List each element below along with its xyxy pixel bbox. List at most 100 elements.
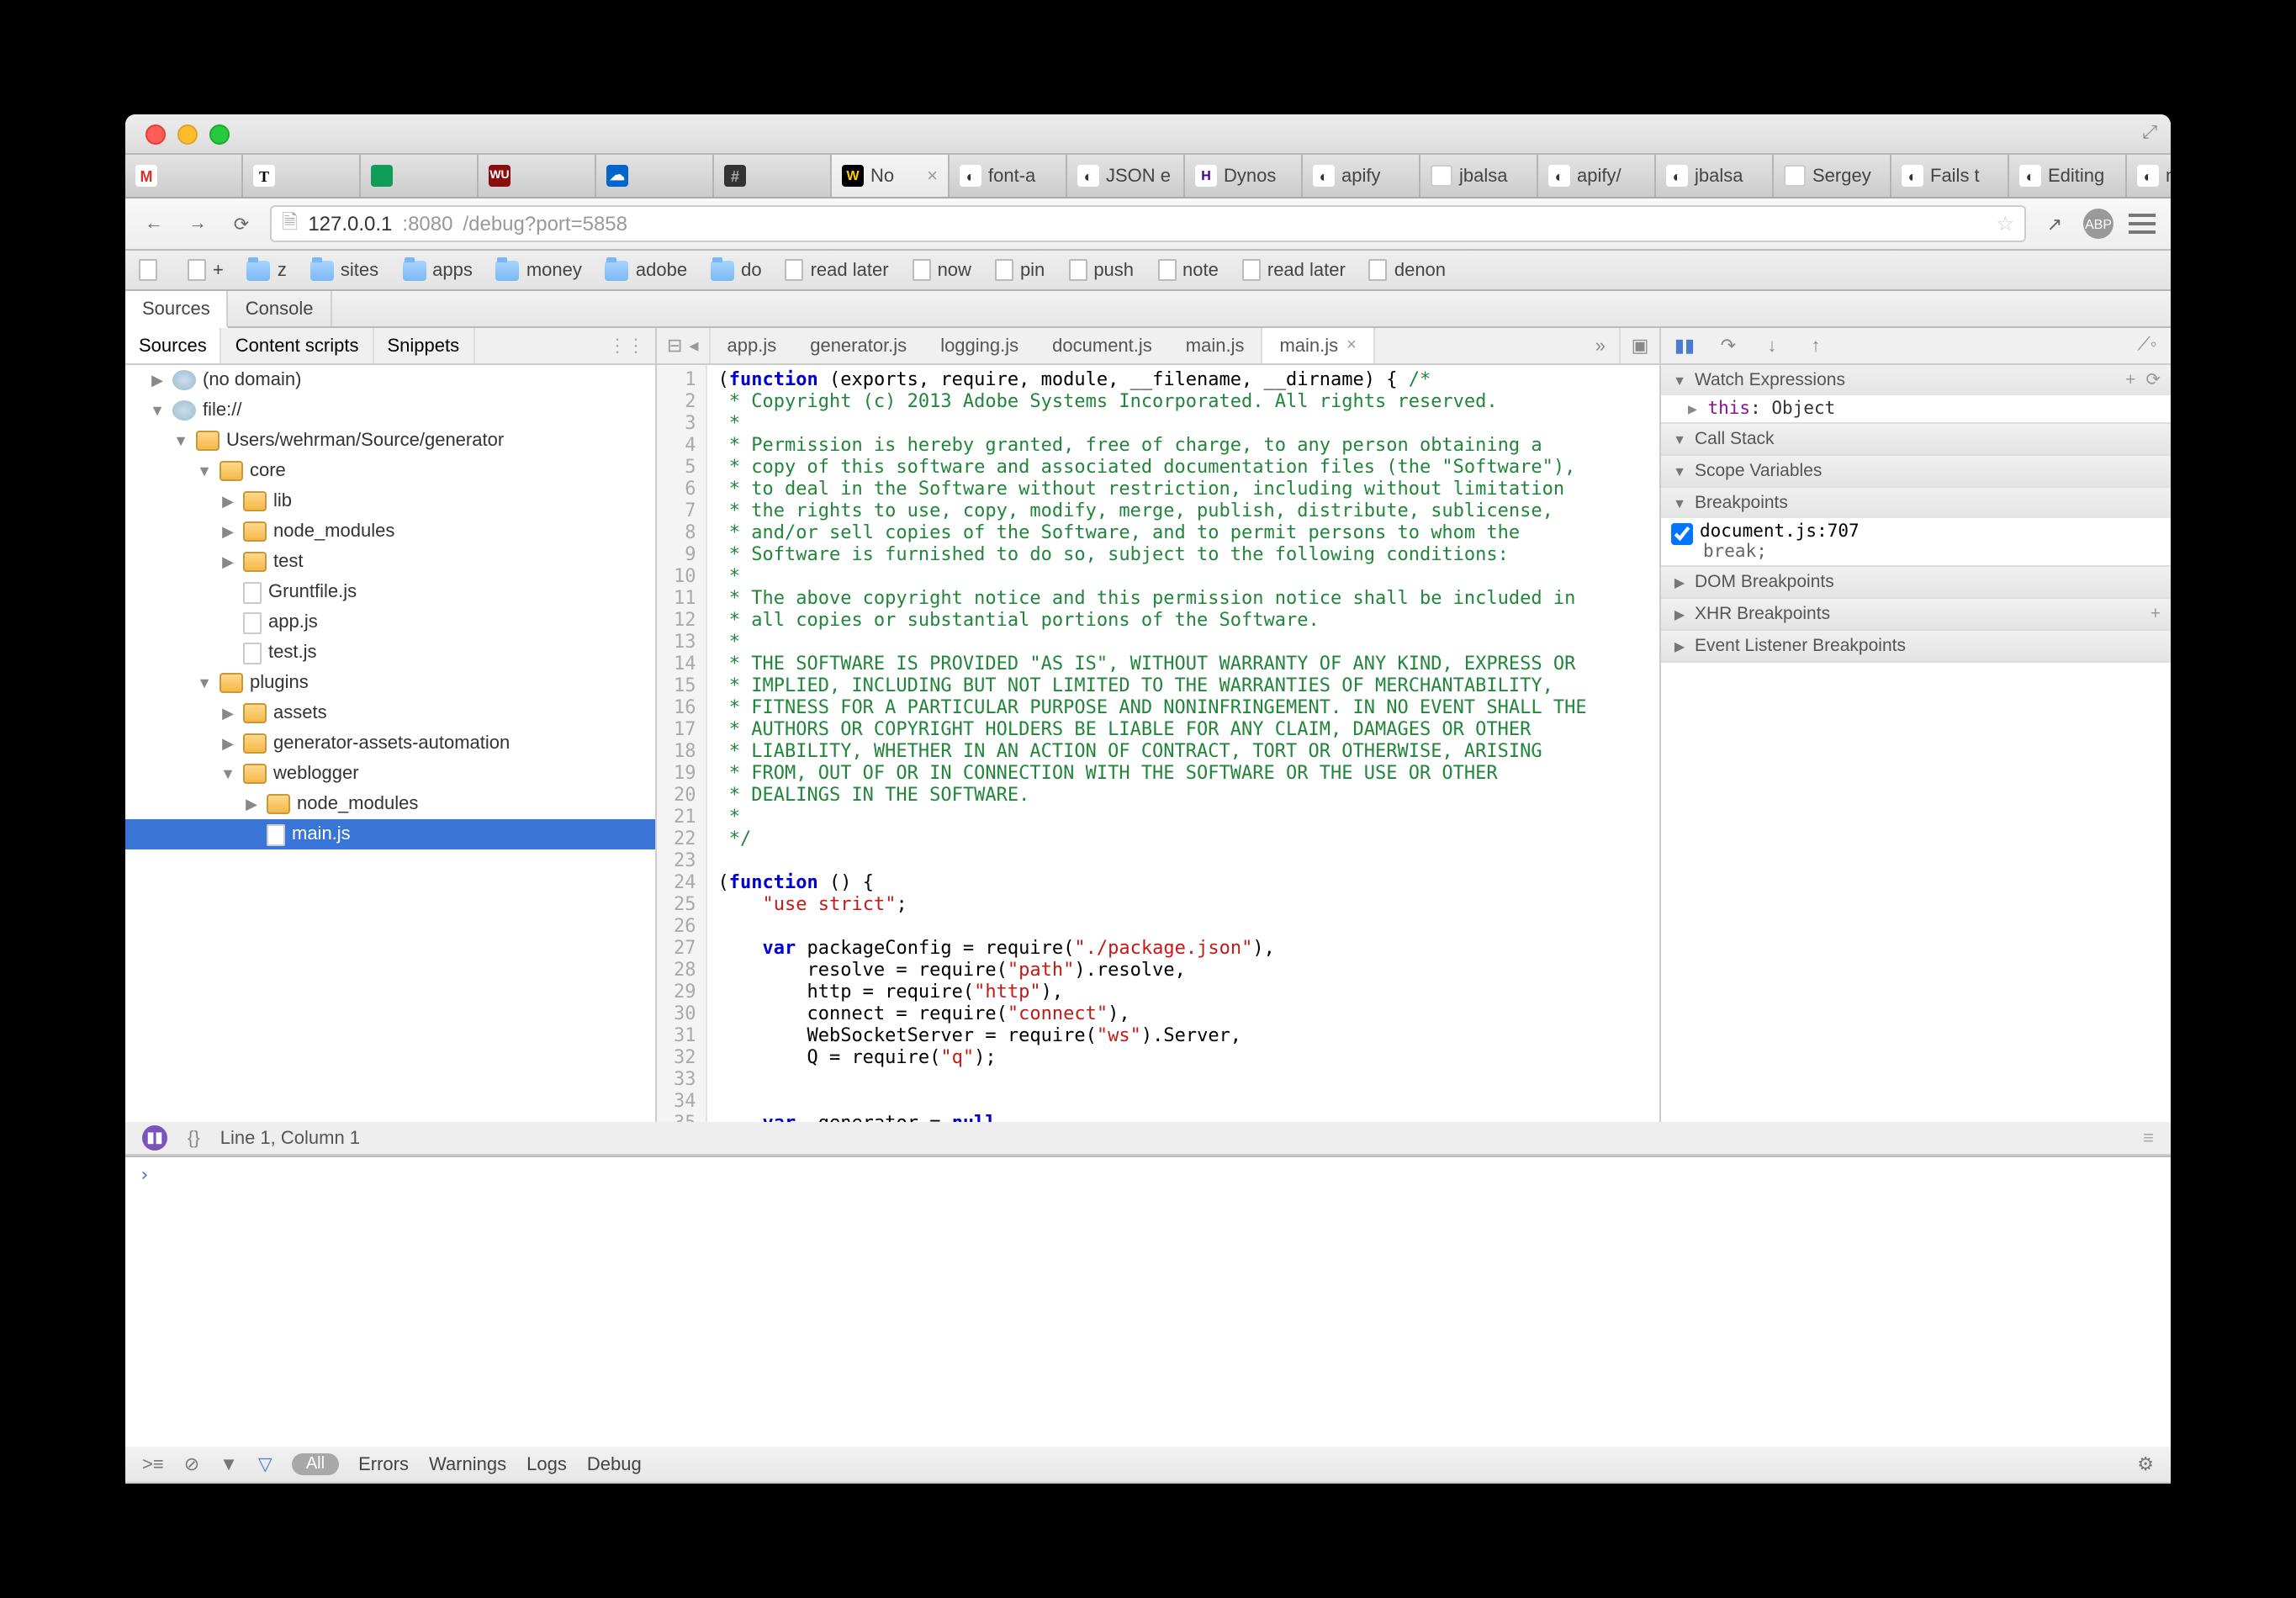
toggle-drawer-icon[interactable]: >≡ — [142, 1454, 164, 1474]
address-bar[interactable]: 🗎 127.0.0.1:8080/debug?port=5858 ☆ — [270, 205, 2026, 242]
close-tab-icon[interactable]: × — [1346, 336, 1357, 355]
filter-logs[interactable]: Logs — [526, 1454, 567, 1474]
line-number[interactable]: 3 — [674, 412, 696, 434]
bookmark-item[interactable]: sites — [310, 260, 378, 280]
line-number[interactable]: 7 — [674, 500, 696, 521]
disclose-icon[interactable]: ▼ — [196, 675, 213, 691]
line-number[interactable]: 17 — [674, 718, 696, 740]
code-editor[interactable]: 1234567891011121314151617181920212223242… — [657, 365, 1659, 1122]
tree-row[interactable]: test.js — [125, 638, 655, 668]
browser-tab[interactable] — [361, 155, 479, 197]
disclose-icon[interactable]: ▶ — [220, 522, 236, 541]
filter-errors[interactable]: Errors — [358, 1454, 409, 1474]
step-out-button[interactable]: ↑ — [1802, 332, 1829, 359]
tree-row[interactable]: ▼plugins — [125, 668, 655, 698]
console-prompt[interactable] — [139, 1164, 2157, 1186]
bookmark-item[interactable]: read later — [1242, 259, 1346, 281]
filter-warnings[interactable]: Warnings — [429, 1454, 506, 1474]
line-number[interactable]: 22 — [674, 828, 696, 849]
line-number[interactable]: 19 — [674, 762, 696, 784]
close-window-button[interactable] — [145, 124, 166, 144]
disclose-icon[interactable]: ▶ — [1688, 402, 1697, 419]
editor-tab[interactable]: main.js — [1169, 328, 1262, 363]
line-number[interactable]: 31 — [674, 1024, 696, 1046]
line-number[interactable]: 26 — [674, 915, 696, 937]
settings-gear-icon[interactable]: ⚙ — [2137, 1453, 2154, 1475]
bookmark-item[interactable]: + — [188, 259, 224, 281]
line-number[interactable]: 14 — [674, 653, 696, 675]
back-button[interactable]: ← — [139, 209, 169, 239]
bookmark-item[interactable]: denon — [1369, 259, 1446, 281]
tree-row[interactable]: ▶(no domain) — [125, 365, 655, 395]
navigator-drag-icon[interactable]: ⋮⋮ — [598, 328, 655, 363]
refresh-watch-icon[interactable]: ⟳ — [2145, 370, 2161, 390]
event-breakpoints-header[interactable]: ▶ Event Listener Breakpoints — [1661, 631, 2171, 661]
history-back-icon[interactable]: ⊟ — [667, 335, 682, 357]
add-watch-icon[interactable]: + — [2125, 370, 2135, 390]
line-number[interactable]: 32 — [674, 1046, 696, 1068]
breakpoints-header[interactable]: ▼ Breakpoints — [1661, 488, 2171, 518]
browser-tab[interactable]: ☁ — [596, 155, 714, 197]
browser-tab[interactable]: jbalsa — [1420, 155, 1538, 197]
line-number[interactable]: 4 — [674, 434, 696, 456]
editor-tab[interactable]: app.js — [711, 328, 794, 363]
line-number[interactable]: 34 — [674, 1090, 696, 1112]
browser-tab[interactable]: ◐apify/ — [1538, 155, 1656, 197]
navigator-tab-content-scripts[interactable]: Content scripts — [222, 328, 374, 363]
bookmark-star-icon[interactable]: ☆ — [1996, 212, 2014, 235]
line-number[interactable]: 23 — [674, 849, 696, 871]
editor-tab[interactable]: generator.js — [793, 328, 923, 363]
disclose-icon[interactable]: ▶ — [220, 704, 236, 722]
line-number[interactable]: 16 — [674, 696, 696, 718]
disclose-icon[interactable]: ▼ — [196, 463, 213, 479]
toggle-split-icon[interactable]: ▣ — [1619, 328, 1659, 363]
console-output[interactable] — [125, 1157, 2171, 1447]
line-number[interactable]: 25 — [674, 893, 696, 915]
statusbar-menu-icon[interactable]: ≡ — [2143, 1128, 2154, 1148]
bookmark-item[interactable]: pin — [995, 259, 1045, 281]
browser-tab[interactable]: HDynos — [1185, 155, 1303, 197]
tree-row[interactable]: ▶node_modules — [125, 516, 655, 547]
line-number[interactable]: 35 — [674, 1112, 696, 1122]
line-number[interactable]: 27 — [674, 937, 696, 959]
line-number[interactable]: 30 — [674, 1003, 696, 1024]
bookmark-item[interactable] — [139, 259, 164, 281]
bookmark-item[interactable]: apps — [402, 260, 473, 280]
abp-extension-icon[interactable]: ABP — [2083, 209, 2113, 239]
line-number[interactable]: 13 — [674, 631, 696, 653]
bookmark-item[interactable]: push — [1068, 259, 1134, 281]
reload-button[interactable]: ⟳ — [226, 209, 257, 239]
filter-debug[interactable]: Debug — [587, 1454, 642, 1474]
line-number[interactable]: 20 — [674, 784, 696, 806]
tree-row[interactable]: Gruntfile.js — [125, 577, 655, 607]
tree-row[interactable]: ▶generator-assets-automation — [125, 728, 655, 759]
navigator-tab-sources[interactable]: Sources — [125, 328, 222, 363]
tree-row[interactable]: ▶lib — [125, 486, 655, 516]
fullscreen-icon[interactable]: ⤢ — [2142, 123, 2157, 145]
tree-row[interactable]: ▼core — [125, 456, 655, 486]
tree-row[interactable]: ▼file:// — [125, 395, 655, 426]
bookmark-item[interactable]: money — [496, 260, 582, 280]
disclose-icon[interactable]: ▼ — [149, 402, 166, 419]
line-number[interactable]: 18 — [674, 740, 696, 762]
browser-tab[interactable]: ◐apify — [1303, 155, 1420, 197]
browser-tab[interactable]: # — [714, 155, 832, 197]
watch-expr[interactable]: this — [1708, 399, 1751, 419]
line-number[interactable]: 24 — [674, 871, 696, 893]
filter-all[interactable]: All — [293, 1453, 338, 1475]
bookmark-item[interactable]: adobe — [606, 260, 687, 280]
browser-tab[interactable]: ◐font-a — [950, 155, 1067, 197]
devtools-tab-console[interactable]: Console — [229, 291, 332, 326]
pause-button[interactable]: ▮▮ — [1671, 332, 1698, 359]
tree-row[interactable]: app.js — [125, 607, 655, 638]
breakpoint-item[interactable]: document.js:707 break; — [1661, 518, 2171, 565]
devtools-tab-sources[interactable]: Sources — [125, 291, 229, 328]
disclose-icon[interactable]: ▼ — [172, 432, 189, 449]
tree-row[interactable]: main.js — [125, 819, 655, 849]
tree-row[interactable]: ▼weblogger — [125, 759, 655, 789]
line-number[interactable]: 28 — [674, 959, 696, 981]
disclose-icon[interactable]: ▶ — [220, 492, 236, 511]
browser-tab[interactable]: ◐node- — [2127, 155, 2171, 197]
history-fwd-icon[interactable]: ◂ — [689, 335, 698, 357]
code-body[interactable]: (function (exports, require, module, __f… — [708, 365, 1597, 1122]
